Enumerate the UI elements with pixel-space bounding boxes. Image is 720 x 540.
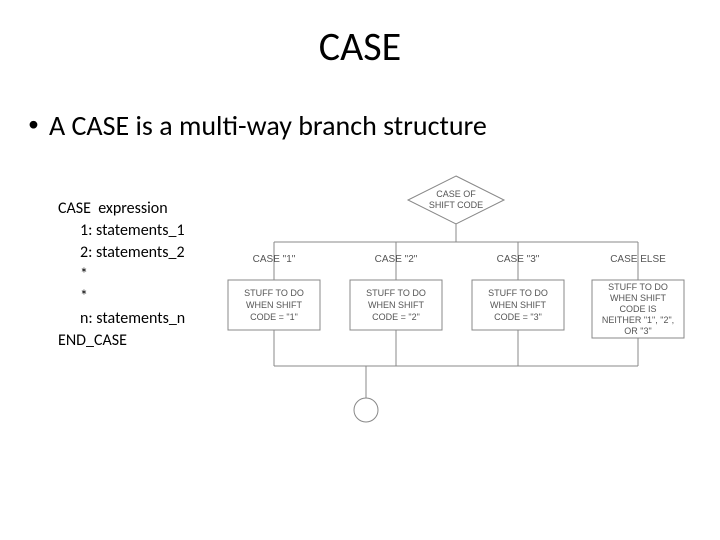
code-line: 2: statements_2 [58,242,185,264]
branch-label-1: CASE "1" [253,254,296,265]
flowchart-diagram: CASE OF SHIFT CODE CASE "1" CASE "2" CAS… [206,170,706,440]
box4-l4: NEITHER "1", "2", [602,315,674,325]
box3-l3: CODE = "3" [494,312,542,322]
terminator-icon [354,398,378,422]
code-line: 1: statements_1 [58,220,185,242]
box2-l2: WHEN SHIFT [368,300,424,310]
box2-l3: CODE = "2" [372,312,420,322]
bullet-text: A CASE is a multi-way branch structure [49,108,487,143]
box4-l3: CODE IS [619,304,656,314]
box1-l3: CODE = "1" [250,312,298,322]
branch-label-2: CASE "2" [375,254,418,265]
box3-l1: STUFF TO DO [488,288,548,298]
code-line: END_CASE [58,330,185,352]
box1-l1: STUFF TO DO [244,288,304,298]
box2-l1: STUFF TO DO [366,288,426,298]
case-pseudocode: CASE expression 1: statements_1 2: state… [58,198,185,352]
branch-label-else: CASE ELSE [610,254,666,265]
branch-label-3: CASE "3" [497,254,540,265]
code-line: CASE expression [58,198,185,220]
box4-l1: STUFF TO DO [608,282,668,292]
decision-label-2: SHIFT CODE [429,200,483,210]
code-line: n: statements_n [58,308,185,330]
box1-l2: WHEN SHIFT [246,300,302,310]
box4-l5: OR "3" [624,326,651,336]
box3-l2: WHEN SHIFT [490,300,546,310]
slide-title: CASE [0,22,720,71]
box4-l2: WHEN SHIFT [610,293,666,303]
decision-label-1: CASE OF [436,189,476,199]
code-line: * [58,264,185,286]
code-line: * [58,286,185,308]
bullet-row: • A CASE is a multi-way branch structure [28,108,487,143]
bullet-dot-icon: • [28,108,39,140]
